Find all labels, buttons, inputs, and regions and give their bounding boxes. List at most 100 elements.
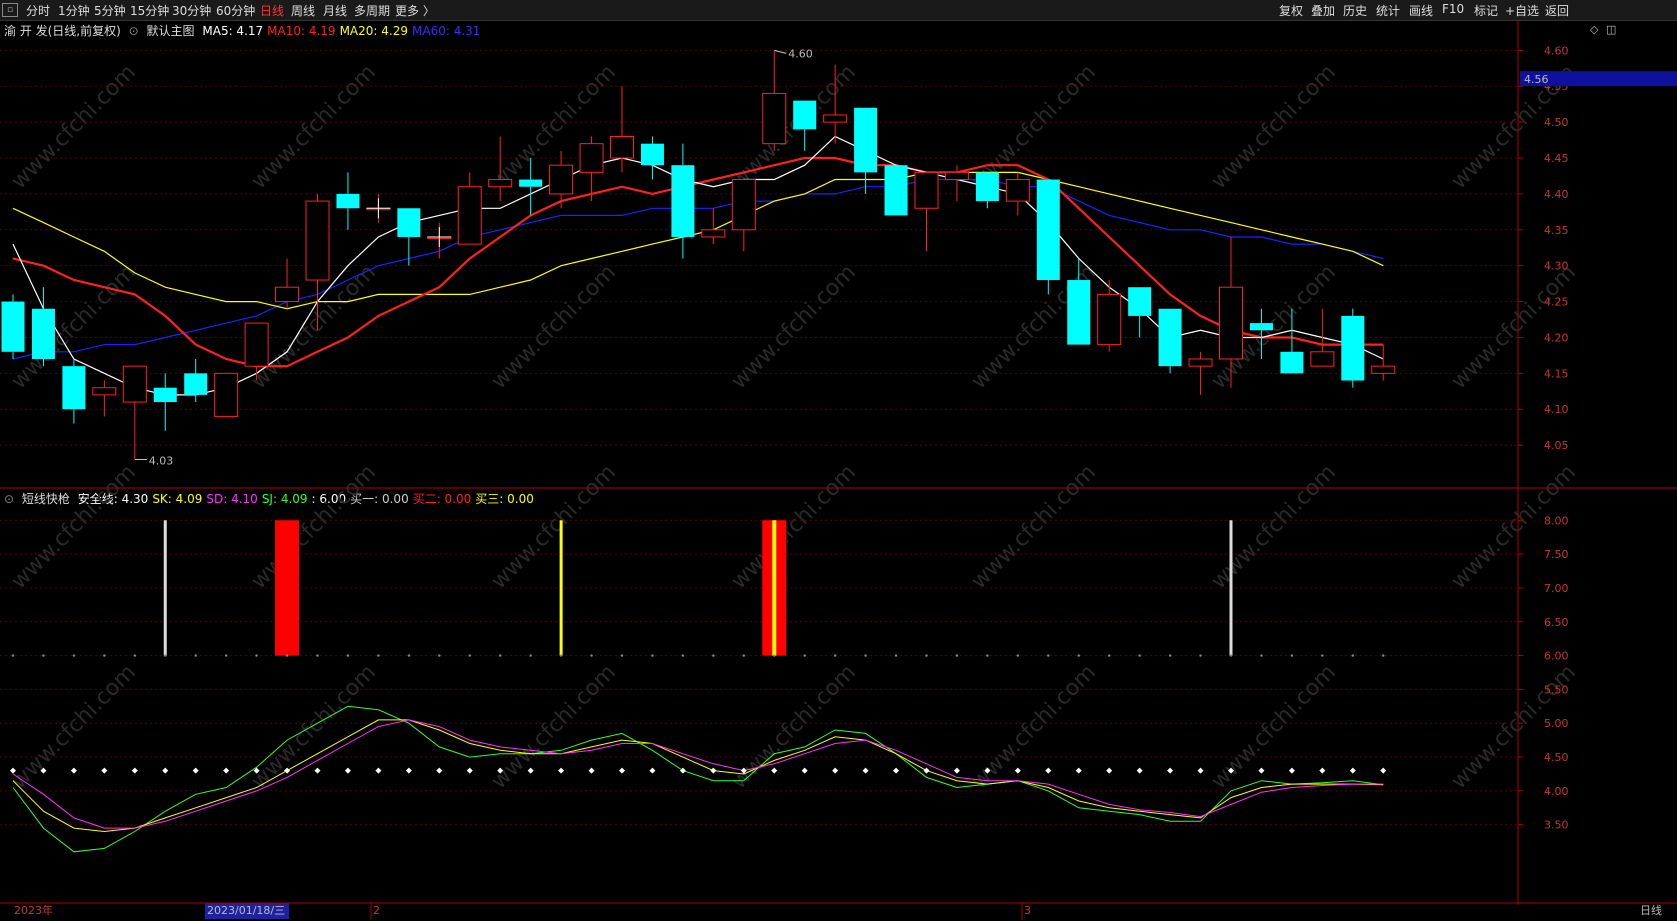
candle-up — [305, 200, 330, 281]
baseline-dot — [986, 654, 989, 657]
baseline-dot — [1382, 654, 1385, 657]
candle-up — [762, 92, 787, 145]
baseline-dot — [1077, 654, 1080, 657]
candle-down — [640, 143, 664, 166]
candle-down — [153, 387, 177, 403]
safety-dot — [131, 767, 138, 774]
safety-line-dots — [10, 654, 1387, 774]
baseline-dot — [833, 654, 837, 657]
high-marker: 4.60 — [788, 47, 813, 60]
baseline-dot — [255, 654, 258, 657]
sub-axis-label: 3.50 — [1544, 819, 1569, 832]
baseline-dot — [133, 654, 136, 657]
candle-down — [671, 165, 695, 237]
diamond-icon: ◇ — [1590, 23, 1599, 36]
candle-up — [701, 229, 726, 238]
baseline-dot — [377, 654, 380, 657]
safety-dot — [558, 767, 565, 774]
sub-axis-label: 4.50 — [1544, 751, 1569, 764]
current-price-label: 4.56 — [1524, 73, 1549, 86]
safety-dot — [1106, 767, 1113, 774]
watermark-text: www.cfchi.com — [247, 660, 381, 794]
baseline-dot — [1199, 654, 1202, 657]
baseline-dot — [864, 654, 867, 657]
safety-dot — [375, 767, 382, 774]
baseline-dot — [925, 654, 928, 657]
candle-down — [1036, 179, 1060, 281]
safety-dot — [862, 767, 869, 774]
watermark-text: www.cfchi.com — [7, 460, 141, 594]
candle-up — [214, 372, 239, 417]
baseline-dot — [42, 654, 45, 657]
signal-bar-thin — [163, 520, 167, 656]
watermark-text: www.cfchi.com — [487, 260, 621, 394]
candle-up — [488, 179, 513, 188]
price-axis-label: 4.60 — [1544, 44, 1569, 57]
safety-dot — [436, 767, 443, 774]
sub-axis-label: 5.00 — [1544, 717, 1569, 730]
safety-dot — [1167, 767, 1174, 774]
baseline-dot — [651, 654, 654, 657]
safety-dot — [710, 767, 717, 774]
safety-dot — [1288, 767, 1295, 774]
watermark-text: www.cfchi.com — [967, 460, 1101, 594]
price-axis-label: 4.25 — [1544, 296, 1569, 309]
baseline-dot — [407, 654, 411, 657]
candle-up — [610, 135, 634, 159]
baseline-dot — [438, 654, 441, 657]
watermark-text: www.cfchi.com — [727, 260, 861, 394]
candle-up — [823, 114, 848, 123]
safety-dot — [1380, 767, 1387, 774]
baseline-dot — [894, 654, 898, 657]
signal-bar-thin — [559, 520, 563, 656]
candle-up — [244, 322, 269, 367]
candle-down — [975, 172, 999, 202]
low-marker: 4.03 — [149, 454, 174, 467]
watermark-text: www.cfchi.com — [7, 660, 141, 794]
safety-dot — [314, 767, 321, 774]
price-axis-label: 4.50 — [1544, 116, 1569, 129]
safety-dot — [162, 767, 169, 774]
baseline-dot — [620, 654, 624, 657]
baseline-dot — [559, 654, 563, 657]
ma20-line — [12, 171, 1384, 310]
baseline-dot — [1290, 654, 1294, 657]
baseline-dot — [224, 654, 228, 657]
safety-dot — [466, 767, 473, 774]
watermark-text: www.cfchi.com — [967, 660, 1101, 794]
baseline-dot — [1321, 654, 1324, 657]
safety-dot — [923, 767, 930, 774]
baseline-dot — [1016, 654, 1020, 657]
baseline-dot — [468, 654, 471, 657]
candle-down — [1280, 351, 1304, 374]
watermark-text: www.cfchi.com — [727, 460, 861, 594]
chart-canvas[interactable]: www.cfchi.com www.cfchi.com www.cfchi.com w… — [0, 0, 1677, 921]
baseline-dot — [103, 654, 106, 657]
candle-up — [914, 171, 939, 209]
watermark-text: www.cfchi.com — [727, 660, 861, 794]
candle-up — [92, 387, 117, 396]
candle-down — [184, 373, 208, 395]
safety-dot — [679, 767, 686, 774]
candle-down — [1158, 308, 1182, 367]
signal-bars — [163, 520, 1233, 656]
candle-down — [519, 179, 543, 187]
baseline-dot — [11, 654, 15, 657]
baseline-dot — [1260, 654, 1263, 657]
candle-down — [397, 208, 421, 237]
signal-bar-inner — [772, 520, 777, 656]
candle-up — [944, 171, 969, 181]
baseline-dot — [164, 654, 167, 657]
safety-dot — [893, 767, 900, 774]
sub-axis-label: 7.50 — [1544, 548, 1569, 561]
oscillator-lines — [12, 705, 1384, 853]
safety-dot — [832, 767, 839, 774]
candle-down — [1067, 280, 1091, 345]
candle-down — [793, 100, 817, 130]
candle-up — [1219, 286, 1243, 360]
baseline-dot — [590, 654, 593, 657]
watermark-text: www.cfchi.com — [7, 60, 141, 194]
candle-down — [336, 193, 360, 209]
signal-bar-thin — [1229, 520, 1233, 656]
safety-dot — [1197, 767, 1204, 774]
